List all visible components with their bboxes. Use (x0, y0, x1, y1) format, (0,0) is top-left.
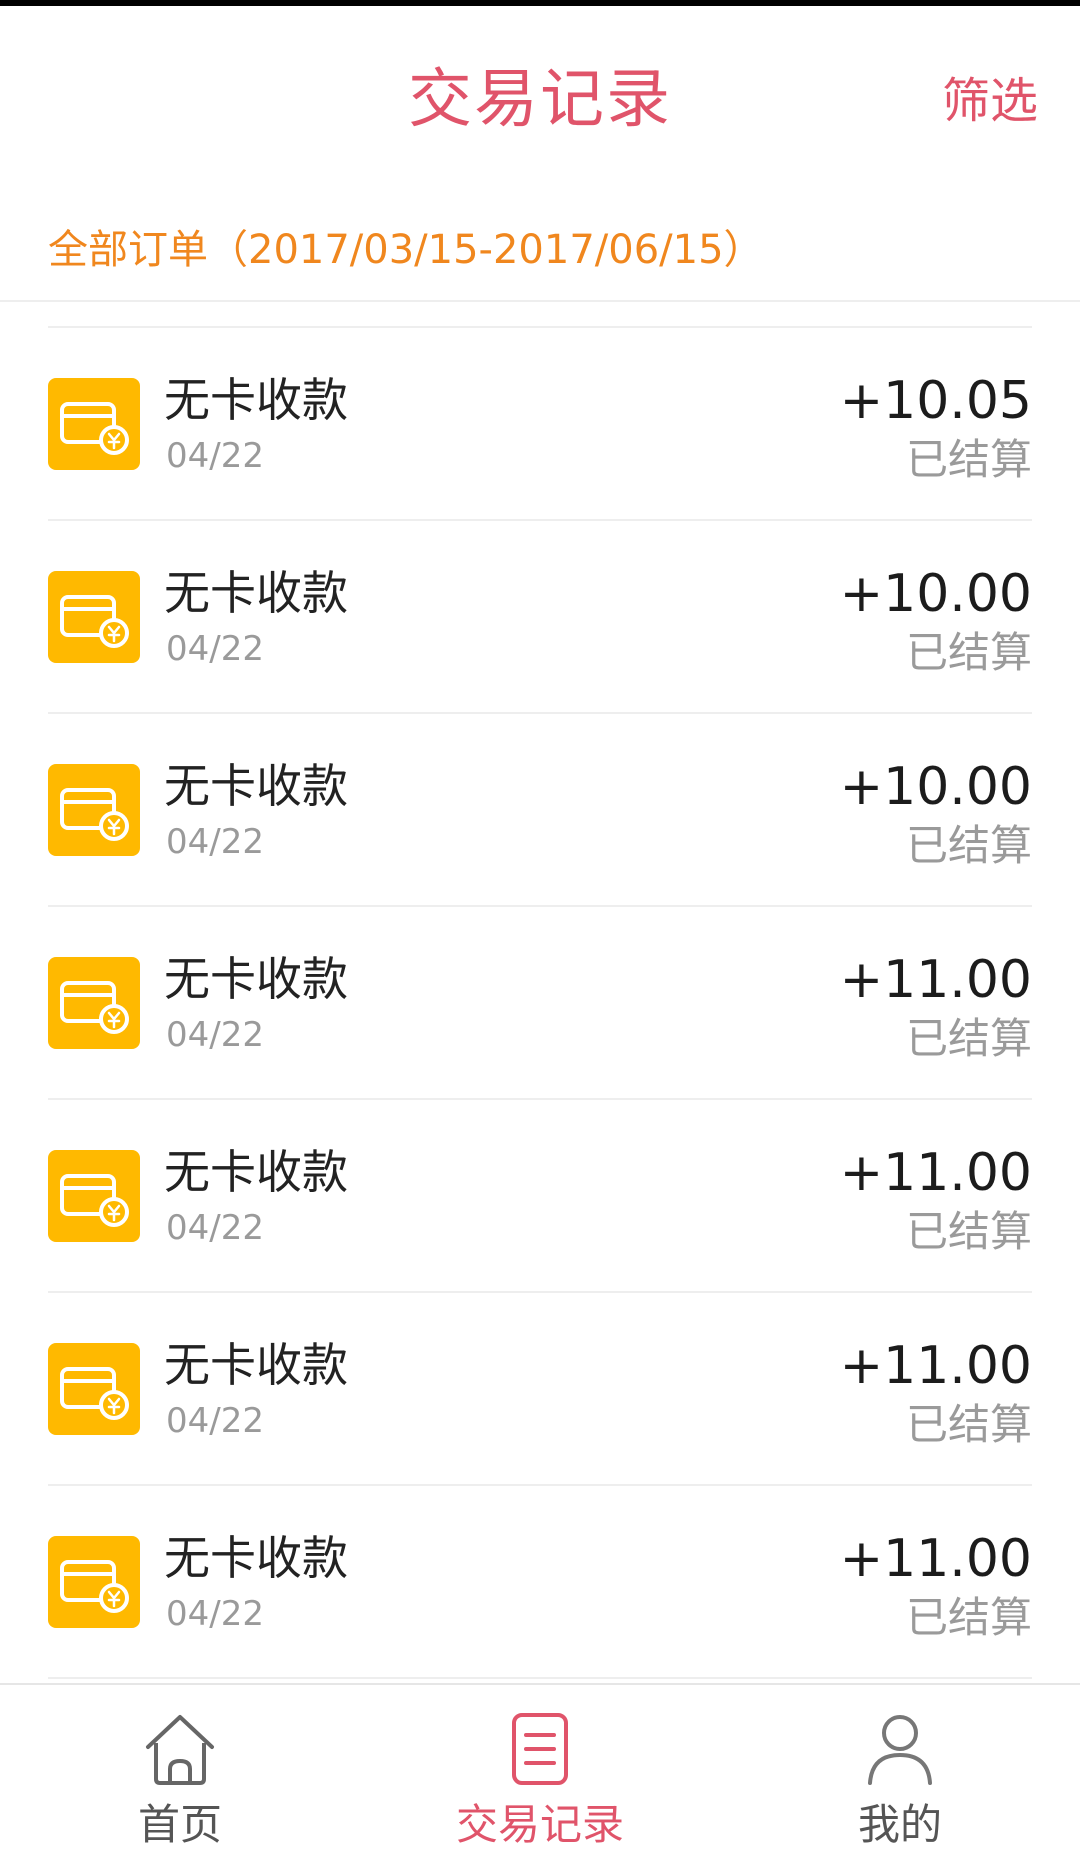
transaction-amount: +11.00 (839, 950, 1032, 1010)
card-yuan-icon (48, 764, 140, 856)
transaction-records-screen: 交易记录 筛选 全部订单（2017/03/15-2017/06/15） 无卡收款… (0, 0, 1080, 1865)
card-yuan-icon (48, 571, 140, 663)
person-icon (868, 1715, 932, 1785)
card-yuan-icon (48, 1343, 140, 1435)
transaction-date: 04/22 (166, 1208, 264, 1248)
tab-transaction-records[interactable]: 交易记录 (360, 1685, 720, 1865)
page-title: 交易记录 (408, 63, 672, 137)
transaction-date: 04/22 (166, 1401, 264, 1441)
transaction-date: 04/22 (166, 629, 264, 669)
transaction-title: 无卡收款 (164, 1531, 348, 1585)
transaction-list[interactable]: 无卡收款 04/22 +10.05 已结算 无卡收款 04/22 +10.00 已结算 无卡收款… (0, 302, 1080, 1682)
transaction-date: 04/22 (166, 822, 264, 862)
document-list-icon (512, 1713, 568, 1785)
home-icon (146, 1715, 214, 1785)
transaction-row[interactable]: 无卡收款 04/22 +11.00 已结算 (48, 907, 1032, 1100)
transaction-status: 已结算 (905, 1207, 1032, 1256)
bottom-tab-bar: 首页 交易记录 我的 (0, 1683, 1080, 1865)
transaction-amount: +10.05 (839, 371, 1032, 431)
transaction-row[interactable]: 无卡收款 04/22 +11.00 已结算 (48, 1293, 1032, 1486)
transaction-title: 无卡收款 (164, 759, 348, 813)
transaction-status: 已结算 (905, 628, 1032, 677)
transaction-date: 04/22 (166, 1015, 264, 1055)
transaction-amount: +11.00 (839, 1143, 1032, 1203)
card-yuan-icon (48, 378, 140, 470)
transaction-row[interactable]: 无卡收款 04/22 +11.00 已结算 (48, 1486, 1032, 1679)
tab-mine-label: 我的 (857, 1800, 942, 1849)
transaction-status: 已结算 (905, 821, 1032, 870)
transaction-amount: +10.00 (839, 757, 1032, 817)
header: 交易记录 筛选 (0, 6, 1080, 186)
transaction-status: 已结算 (905, 1400, 1032, 1449)
transaction-amount: +10.00 (839, 564, 1032, 624)
transaction-row[interactable]: 无卡收款 04/22 +10.05 已结算 (48, 328, 1032, 521)
transaction-amount: +11.00 (839, 1529, 1032, 1589)
transaction-title: 无卡收款 (164, 1338, 348, 1392)
tab-mine[interactable]: 我的 (720, 1685, 1080, 1865)
transaction-date: 04/22 (166, 436, 264, 476)
tab-home[interactable]: 首页 (0, 1685, 360, 1865)
tab-home-label: 首页 (137, 1800, 222, 1849)
transaction-status: 已结算 (905, 435, 1032, 484)
transaction-title: 无卡收款 (164, 373, 348, 427)
card-yuan-icon (48, 957, 140, 1049)
transaction-title: 无卡收款 (164, 952, 348, 1006)
transaction-date: 04/22 (166, 1594, 264, 1634)
transaction-status: 已结算 (905, 1593, 1032, 1642)
order-range-bar[interactable]: 全部订单（2017/03/15-2017/06/15） (0, 204, 1080, 302)
transaction-title: 无卡收款 (164, 566, 348, 620)
filter-button[interactable]: 筛选 (942, 66, 1038, 136)
row-divider (48, 1677, 1032, 1679)
card-yuan-icon (48, 1536, 140, 1628)
transaction-status: 已结算 (905, 1014, 1032, 1063)
card-yuan-icon (48, 1150, 140, 1242)
tab-transaction-records-label: 交易记录 (455, 1800, 624, 1849)
transaction-row[interactable]: 无卡收款 04/22 +10.00 已结算 (48, 714, 1032, 907)
transaction-row[interactable]: 无卡收款 04/22 +11.00 已结算 (48, 1100, 1032, 1293)
transaction-amount: +11.00 (839, 1336, 1032, 1396)
transaction-row[interactable]: 无卡收款 04/22 +10.00 已结算 (48, 521, 1032, 714)
transaction-title: 无卡收款 (164, 1145, 348, 1199)
order-range-text: 全部订单（2017/03/15-2017/06/15） (48, 227, 764, 273)
